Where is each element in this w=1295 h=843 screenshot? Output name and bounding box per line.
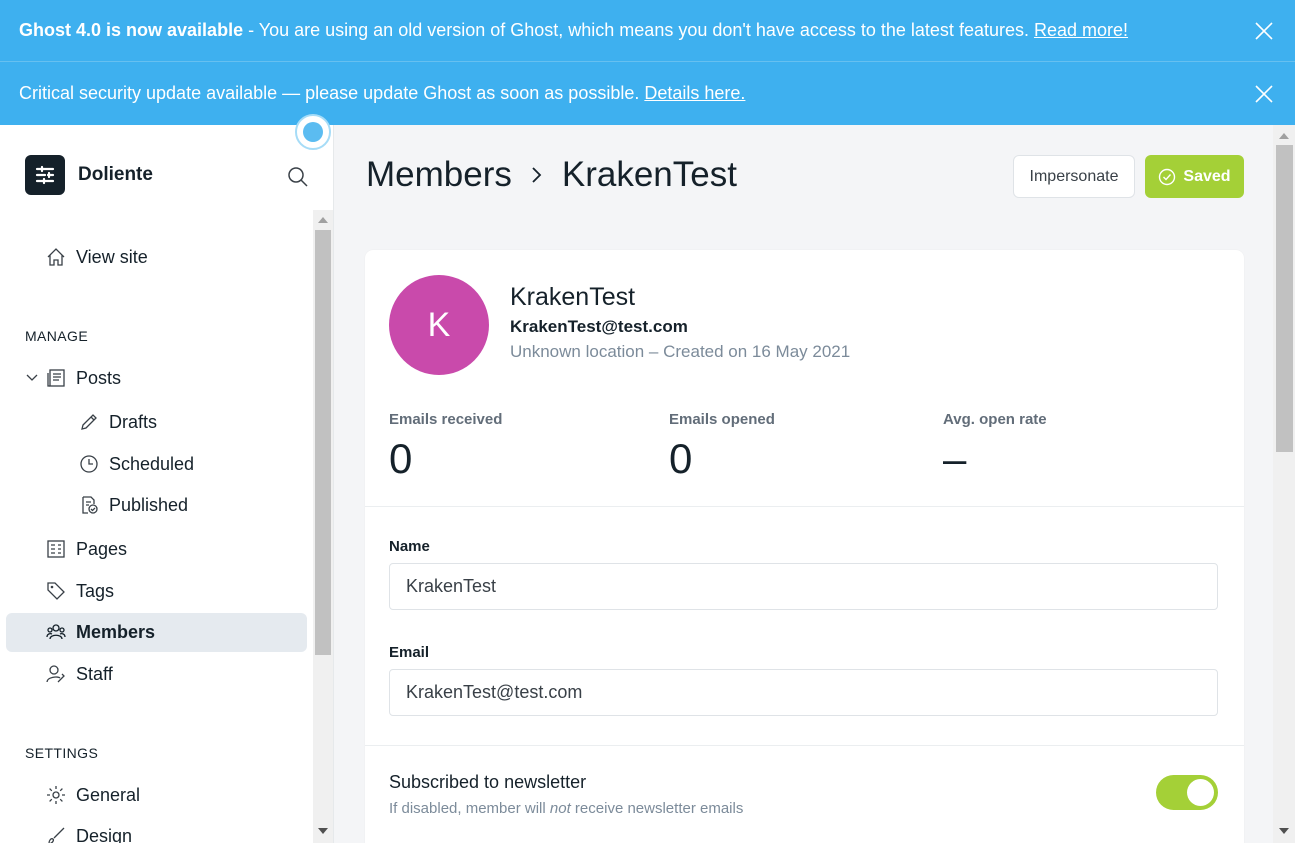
sidebar-item-label: Members: [76, 621, 156, 642]
sidebar: Doliente View site MANAGE Posts Drafts S…: [0, 125, 334, 843]
avatar: K: [389, 275, 489, 375]
upgrade-banner: Ghost 4.0 is now available - You are usi…: [0, 0, 1295, 62]
sidebar-item-pages[interactable]: Pages: [45, 538, 127, 560]
sidebar-item-drafts[interactable]: Drafts: [78, 411, 157, 433]
email-label: Email: [389, 644, 430, 661]
open-rate-value: –: [943, 435, 967, 482]
brand[interactable]: Doliente: [25, 155, 153, 195]
sidebar-item-posts[interactable]: Posts: [25, 367, 121, 389]
scroll-down-arrow-icon[interactable]: [1279, 828, 1289, 834]
sidebar-scrollbar-thumb[interactable]: [315, 230, 331, 655]
divider: [365, 745, 1244, 746]
close-icon[interactable]: [1255, 84, 1273, 103]
home-icon: [45, 246, 67, 268]
newsletter-desc-end: receive newsletter emails: [570, 800, 744, 817]
security-banner-text: Critical security update available — ple…: [19, 83, 745, 104]
sidebar-item-published[interactable]: Published: [78, 494, 188, 516]
sidebar-item-tags[interactable]: Tags: [45, 580, 114, 602]
clock-icon: [78, 453, 100, 475]
pages-icon: [45, 538, 67, 560]
scroll-down-arrow-icon[interactable]: [318, 828, 328, 834]
emails-received-value: 0: [389, 435, 413, 482]
settings-section-label: SETTINGS: [25, 745, 99, 761]
breadcrumb-members-link[interactable]: Members: [366, 155, 512, 195]
saved-button[interactable]: Saved: [1145, 155, 1244, 198]
sidebar-item-design[interactable]: Design: [45, 825, 132, 843]
posts-icon: [45, 367, 67, 389]
name-field[interactable]: [389, 563, 1218, 610]
sidebar-item-general[interactable]: General: [45, 784, 140, 806]
emails-opened-label: Emails opened: [669, 411, 775, 428]
newsletter-description: If disabled, member will not receive new…: [389, 800, 743, 817]
sidebar-item-label: Pages: [76, 538, 128, 559]
member-email: KrakenTest@test.com: [510, 317, 688, 336]
impersonate-button[interactable]: Impersonate: [1013, 155, 1135, 198]
newsletter-desc-emphasis: not: [549, 800, 571, 817]
sidebar-item-scheduled[interactable]: Scheduled: [78, 453, 194, 475]
sidebar-item-label: Tags: [76, 580, 115, 601]
member-name: KrakenTest: [510, 283, 636, 311]
sidebar-item-label: Drafts: [109, 411, 158, 432]
brand-name: Doliente: [78, 164, 153, 185]
search-icon[interactable]: [287, 166, 309, 188]
close-icon[interactable]: [1255, 21, 1273, 40]
emails-received-label: Emails received: [389, 411, 503, 428]
main-content: Members KrakenTest Impersonate Saved K K…: [334, 125, 1273, 843]
sidebar-item-label: View site: [76, 246, 148, 267]
staff-icon: [45, 663, 67, 685]
open-rate-label: Avg. open rate: [943, 411, 1047, 428]
scroll-up-arrow-icon[interactable]: [1279, 133, 1289, 139]
published-icon: [78, 494, 100, 516]
email-field[interactable]: [389, 669, 1218, 716]
name-label: Name: [389, 538, 430, 555]
security-banner: Critical security update available — ple…: [0, 62, 1295, 125]
upgrade-banner-title: Ghost 4.0 is now available: [19, 20, 244, 40]
onboarding-pulse-icon[interactable]: [295, 114, 331, 150]
newsletter-title: Subscribed to newsletter: [389, 772, 587, 792]
divider: [365, 506, 1244, 507]
newsletter-toggle[interactable]: [1156, 775, 1218, 810]
upgrade-banner-body: - You are using an old version of Ghost,…: [243, 20, 1034, 40]
security-banner-body: Critical security update available — ple…: [19, 83, 645, 103]
sidebar-item-view-site[interactable]: View site: [45, 246, 148, 268]
manage-section-label: MANAGE: [25, 328, 89, 344]
page-title: KrakenTest: [561, 155, 737, 194]
sidebar-item-label: Posts: [76, 367, 122, 388]
sidebar-item-label: Published: [109, 494, 189, 515]
tag-icon: [45, 580, 67, 602]
gear-icon: [45, 784, 67, 806]
sidebar-item-staff[interactable]: Staff: [45, 663, 113, 685]
chevron-down-icon[interactable]: [25, 367, 39, 389]
details-link[interactable]: Details here.: [644, 83, 745, 103]
emails-opened-value: 0: [669, 435, 693, 482]
sidebar-item-members[interactable]: Members: [45, 621, 155, 643]
chevron-right-icon: [532, 167, 542, 183]
saved-button-label: Saved: [1183, 167, 1231, 185]
sidebar-item-label: Staff: [76, 663, 113, 684]
pencil-icon: [78, 411, 100, 433]
scroll-up-arrow-icon[interactable]: [318, 217, 328, 223]
breadcrumb: Members KrakenTest: [366, 155, 737, 195]
brush-icon: [45, 825, 67, 843]
newsletter-desc-start: If disabled, member will: [389, 800, 550, 817]
member-card: K KrakenTest KrakenTest@test.com Unknown…: [365, 250, 1244, 843]
check-circle-icon: [1159, 168, 1176, 185]
main-scrollbar-thumb[interactable]: [1276, 145, 1293, 452]
sidebar-item-label: Design: [76, 825, 133, 843]
upgrade-banner-text: Ghost 4.0 is now available - You are usi…: [19, 20, 1128, 41]
sidebar-item-label: Scheduled: [109, 453, 195, 474]
brand-logo-icon: [25, 155, 65, 195]
read-more-link[interactable]: Read more!: [1034, 20, 1128, 40]
sidebar-item-label: General: [76, 784, 141, 805]
members-icon: [45, 621, 67, 643]
member-meta: Unknown location – Created on 16 May 202…: [510, 342, 851, 361]
